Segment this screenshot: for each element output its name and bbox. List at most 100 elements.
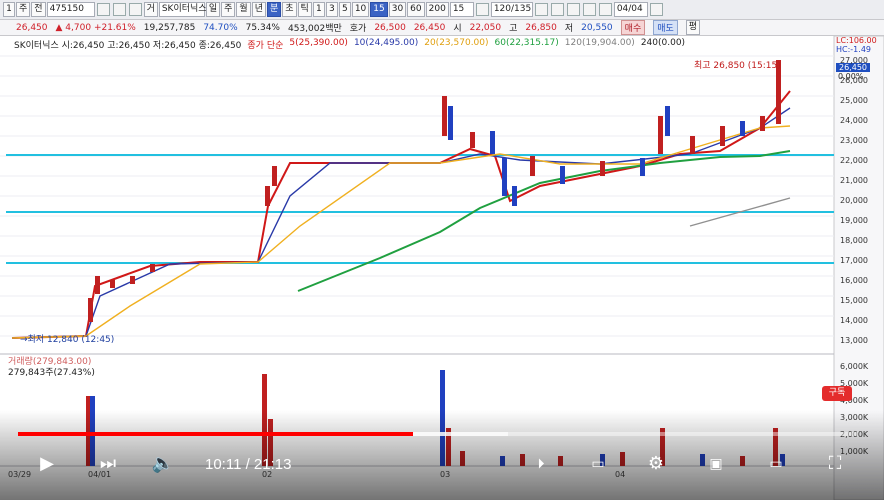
candle xyxy=(690,136,695,154)
volume-bar xyxy=(262,374,267,466)
period-button[interactable]: 주 xyxy=(221,2,236,17)
max-price-label: 최고 26,850 (15:15) xyxy=(694,61,781,71)
zoom-in-icon[interactable] xyxy=(534,3,548,16)
interval-button[interactable]: 10 xyxy=(351,2,370,17)
play-icon[interactable]: ▶ xyxy=(34,452,60,476)
subscribe-badge[interactable]: 구독 xyxy=(822,386,852,401)
theater-mode-icon[interactable]: ▭ xyxy=(763,452,789,476)
autoplay-toggle-icon[interactable]: ⏵ xyxy=(528,452,554,476)
sell-order-button[interactable]: 매도 xyxy=(653,20,678,35)
period-button[interactable]: 년 xyxy=(251,2,266,17)
side-prefix[interactable]: 거 xyxy=(143,2,158,17)
interval-button[interactable]: 3 xyxy=(325,2,338,17)
miniplayer-icon[interactable]: ▣ xyxy=(703,452,729,476)
data-count-field[interactable]: 120/135 xyxy=(490,2,533,17)
interval-button[interactable]: 200 xyxy=(425,2,449,17)
seq-field[interactable]: 1 xyxy=(3,2,15,17)
settings-gear-icon[interactable]: ⚙ xyxy=(643,452,669,476)
open-label: 시 xyxy=(453,24,462,34)
current-price: 26,450 xyxy=(16,22,48,33)
candle xyxy=(448,106,453,140)
candle xyxy=(490,131,495,154)
time-display: 10:11 / 21:13 xyxy=(205,456,292,473)
legend-stock: SK이터닉스 시:26,450 고:26,450 저:26,450 종:26,4… xyxy=(14,41,242,51)
volume-bar xyxy=(740,456,745,466)
candle xyxy=(512,186,517,206)
ma20-line xyxy=(11,125,791,339)
volume-total: 19,257,785 xyxy=(143,22,196,33)
calendar-icon[interactable] xyxy=(649,3,663,16)
candle xyxy=(530,156,535,176)
search-icon[interactable] xyxy=(96,3,110,16)
chevron-left-icon[interactable] xyxy=(112,3,126,16)
indicator-legend: SK이터닉스 시:26,450 고:26,450 저:26,450 종:26,4… xyxy=(14,38,685,51)
price-tick: 19,000 xyxy=(840,216,868,225)
ma60-line xyxy=(297,150,791,292)
time-tick: 03 xyxy=(440,470,451,479)
candle xyxy=(502,158,507,196)
period-button[interactable]: 월 xyxy=(236,2,251,17)
stock-name-field: SK이터닉스 xyxy=(158,2,207,17)
buy-order-button[interactable]: 매수 xyxy=(620,20,646,35)
candle xyxy=(130,276,135,284)
volume-ratio: 74.70% xyxy=(203,22,238,33)
legend-ma10: 10(24,495.00) xyxy=(353,38,419,48)
min-price-label: →최저 12,840 (12:45) xyxy=(20,335,115,345)
period-button[interactable]: 초 xyxy=(282,2,297,17)
volume-bar xyxy=(440,370,445,466)
volume-tick: 6,000K xyxy=(840,362,869,371)
stock-code-input[interactable]: 475150 xyxy=(46,2,95,17)
interval-button[interactable]: 1 xyxy=(312,2,325,17)
volume-bar xyxy=(460,451,465,466)
period-button[interactable]: 분 xyxy=(266,2,282,17)
candle xyxy=(272,166,277,186)
volume-title: 거래량(279,843.00) xyxy=(8,357,92,367)
interval-button[interactable]: 15 xyxy=(370,2,388,17)
quote-bar: 26,450 ▲ 4,700 +21.61% 19,257,785 74.70%… xyxy=(0,20,884,36)
chevron-right-icon[interactable] xyxy=(128,3,142,16)
volume-legend: 거래량(279,843.00) 279,843주(27.43%) xyxy=(8,357,95,379)
date-field[interactable]: 04/04 xyxy=(613,2,648,17)
candle xyxy=(640,158,645,176)
interval-button[interactable]: 30 xyxy=(388,2,407,17)
candle xyxy=(88,298,93,322)
price-chart[interactable] xyxy=(0,36,884,500)
hc-value: HC:-1.49 xyxy=(836,45,871,54)
low-label: 저 xyxy=(564,24,574,34)
captions-icon[interactable]: ▭ xyxy=(585,452,611,476)
market-select[interactable]: 주 xyxy=(16,2,31,17)
next-icon[interactable]: ⏭ xyxy=(95,452,121,476)
price-tick: 15,000 xyxy=(840,296,868,305)
period-button[interactable]: 일 xyxy=(205,2,221,17)
chart-type-icon[interactable] xyxy=(475,3,489,16)
quote-bid: 26,450 xyxy=(413,22,446,33)
open-price: 22,050 xyxy=(469,22,502,33)
gear-icon[interactable] xyxy=(598,3,612,16)
volume-tick: 3,000K xyxy=(840,413,869,422)
legend-ma20: 20(23,570.00) xyxy=(424,38,489,48)
low-price: 20,550 xyxy=(581,22,613,33)
scope-select[interactable]: 전 xyxy=(31,2,46,17)
chart-area[interactable]: SK이터닉스 시:26,450 고:26,450 저:26,450 종:26,4… xyxy=(0,36,884,500)
fullscreen-icon[interactable]: ⛶ xyxy=(822,452,848,476)
save-icon[interactable] xyxy=(582,3,596,16)
candle xyxy=(665,106,670,136)
price-tick: 13,000 xyxy=(840,336,868,345)
interval-button[interactable]: 5 xyxy=(338,2,351,17)
interval-button[interactable]: 60 xyxy=(407,2,425,17)
volume-icon[interactable]: 🔈 xyxy=(150,452,176,476)
high-label: 고 xyxy=(509,24,518,34)
candle xyxy=(442,96,447,136)
interval-select[interactable]: 15 xyxy=(449,2,474,17)
period-button[interactable]: 틱 xyxy=(297,2,312,17)
volume-bar xyxy=(558,456,563,466)
chart-toolbar: 1 주 전 475150 거 SK이터닉스 일주월년분초틱 1 3 5 10 15 30 6… xyxy=(0,0,884,20)
price-tick: 25,000 xyxy=(840,96,868,105)
ma10-line xyxy=(11,107,791,339)
progress-played[interactable] xyxy=(18,432,414,436)
price-tick: 21,000 xyxy=(840,176,868,185)
balance-button[interactable]: 평 xyxy=(685,20,701,35)
candle xyxy=(760,116,765,131)
crosshair-icon[interactable] xyxy=(550,3,564,16)
link-icon[interactable] xyxy=(566,3,580,16)
